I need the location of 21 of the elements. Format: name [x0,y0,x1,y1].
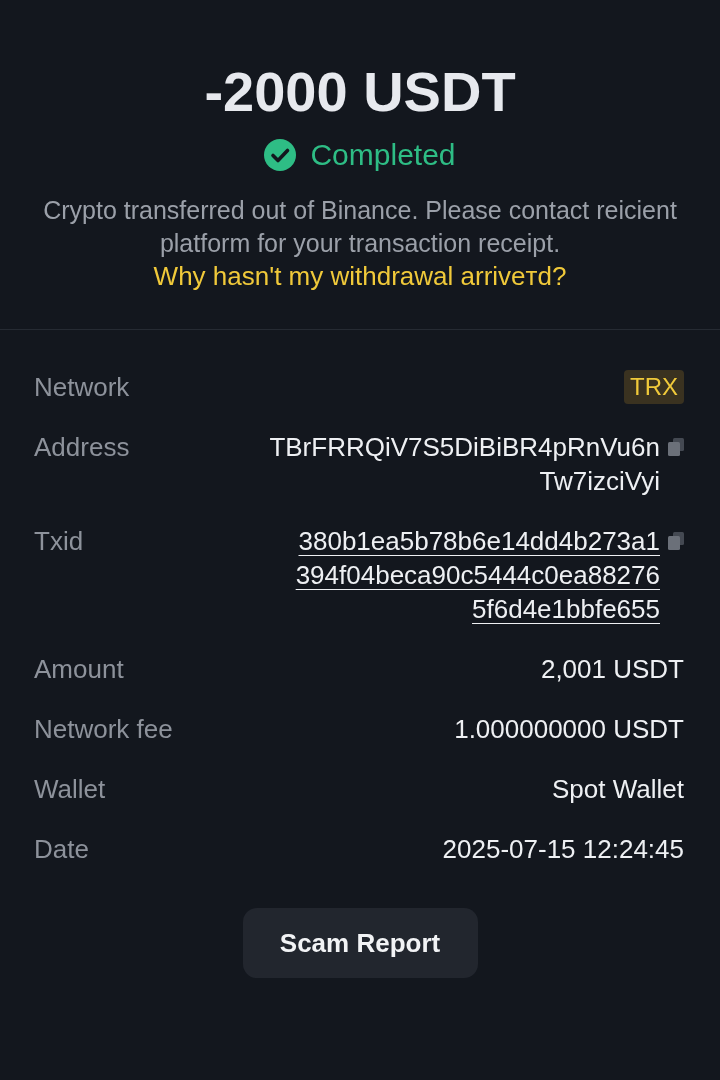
detail-value: Spot Wallet [552,773,684,806]
network-tag: TRX [624,370,684,404]
status-label: Completed [310,137,456,173]
detail-value: 2025-07-15 12:24:45 [442,833,684,866]
detail-label: Network fee [34,713,173,746]
copy-icon[interactable] [668,532,684,550]
detail-value: 1.000000000 USDT [454,713,684,746]
detail-label: Wallet [34,773,106,806]
address-value: TBrFRRQiV7S5DiBiBR4pRnVu6n Tw7izciVyi [269,431,660,498]
detail-label: Txid [34,525,84,558]
detail-label: Date [34,833,89,866]
detail-value: 2,001 USDT [540,653,684,686]
scam-report-button[interactable]: Scam Report [242,908,478,978]
detail-label: Network [34,371,130,404]
help-link[interactable]: Why hasn't my withdrawal arriveтd? [153,260,567,293]
copy-icon[interactable] [668,438,684,456]
description-text: Crypto transferred out of Binance. Please contact reicient platform for your transaction receipt. [42,195,678,259]
txid-link[interactable]: 380b1ea5b78b6e14dd4b273a1 394f04beca90c5444c0ea88276 5f6d4e1bbfe655 [295,524,660,626]
detail-label: Address [34,431,130,464]
amount-title: -2000 USDT [204,60,516,124]
detail-label: Amount [34,653,124,686]
